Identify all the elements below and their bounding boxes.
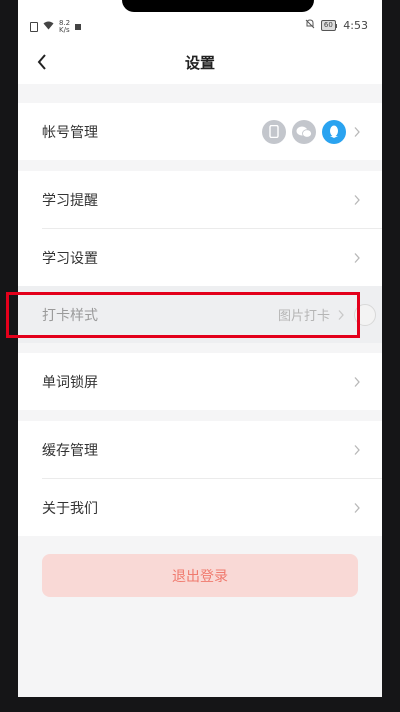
camera-notch [122, 0, 314, 12]
notification-icon [75, 24, 82, 30]
cache-management-row[interactable]: 缓存管理 [18, 421, 382, 478]
misc-group: 缓存管理 关于我们 [18, 421, 382, 536]
wechat-account-icon [292, 119, 316, 144]
chevron-right-icon [338, 309, 344, 320]
page-title: 设置 [184, 54, 215, 72]
checkin-style-label: 打卡样式 [42, 307, 98, 324]
chevron-right-icon [354, 376, 360, 387]
word-lock-screen-label: 单词锁屏 [42, 374, 98, 391]
battery-level: 60 [320, 20, 336, 31]
study-settings-row[interactable]: 学习设置 [18, 229, 382, 286]
phone-screen: 8.2 K/s 60 4:53 设置 帐号管理 学习提醒 学习设置 打卡样式 图… [18, 0, 382, 712]
network-speed: 8.2 K/s [59, 20, 70, 34]
status-bar-right: 60 4:53 [305, 19, 368, 32]
about-us-row[interactable]: 关于我们 [18, 479, 382, 536]
battery-icon: 60 [320, 20, 338, 31]
status-time: 4:53 [343, 19, 368, 32]
wifi-icon [43, 21, 54, 33]
study-reminder-row[interactable]: 学习提醒 [18, 171, 382, 228]
account-management-label: 帐号管理 [42, 124, 98, 141]
touch-indicator [354, 303, 376, 326]
account-group: 帐号管理 [18, 103, 382, 160]
study-group: 学习提醒 学习设置 打卡样式 图片打卡 [18, 171, 382, 343]
qq-account-icon [322, 119, 346, 144]
checkin-style-value: 图片打卡 [277, 309, 330, 324]
study-settings-label: 学习设置 [42, 250, 98, 267]
phone-account-icon [262, 119, 286, 144]
word-lock-screen-row[interactable]: 单词锁屏 [18, 353, 382, 410]
chevron-right-icon [354, 252, 360, 263]
logout-button[interactable]: 退出登录 [42, 554, 358, 597]
network-speed-unit: K/s [59, 26, 70, 34]
about-us-label: 关于我们 [42, 500, 98, 517]
cache-management-label: 缓存管理 [42, 442, 98, 459]
lock-screen-group: 单词锁屏 [18, 353, 382, 410]
account-management-row[interactable]: 帐号管理 [18, 103, 382, 160]
chevron-right-icon [354, 502, 360, 513]
status-bar-left: 8.2 K/s [30, 20, 82, 34]
sim-card-icon [30, 22, 38, 32]
bottom-bezel [18, 697, 382, 712]
mute-bell-icon [305, 19, 315, 32]
checkin-style-row[interactable]: 打卡样式 图片打卡 [18, 286, 382, 343]
chevron-right-icon [354, 444, 360, 455]
study-reminder-label: 学习提醒 [42, 192, 98, 209]
chevron-right-icon [354, 126, 360, 137]
nav-bar: 设置 [18, 40, 382, 84]
chevron-right-icon [354, 194, 360, 205]
